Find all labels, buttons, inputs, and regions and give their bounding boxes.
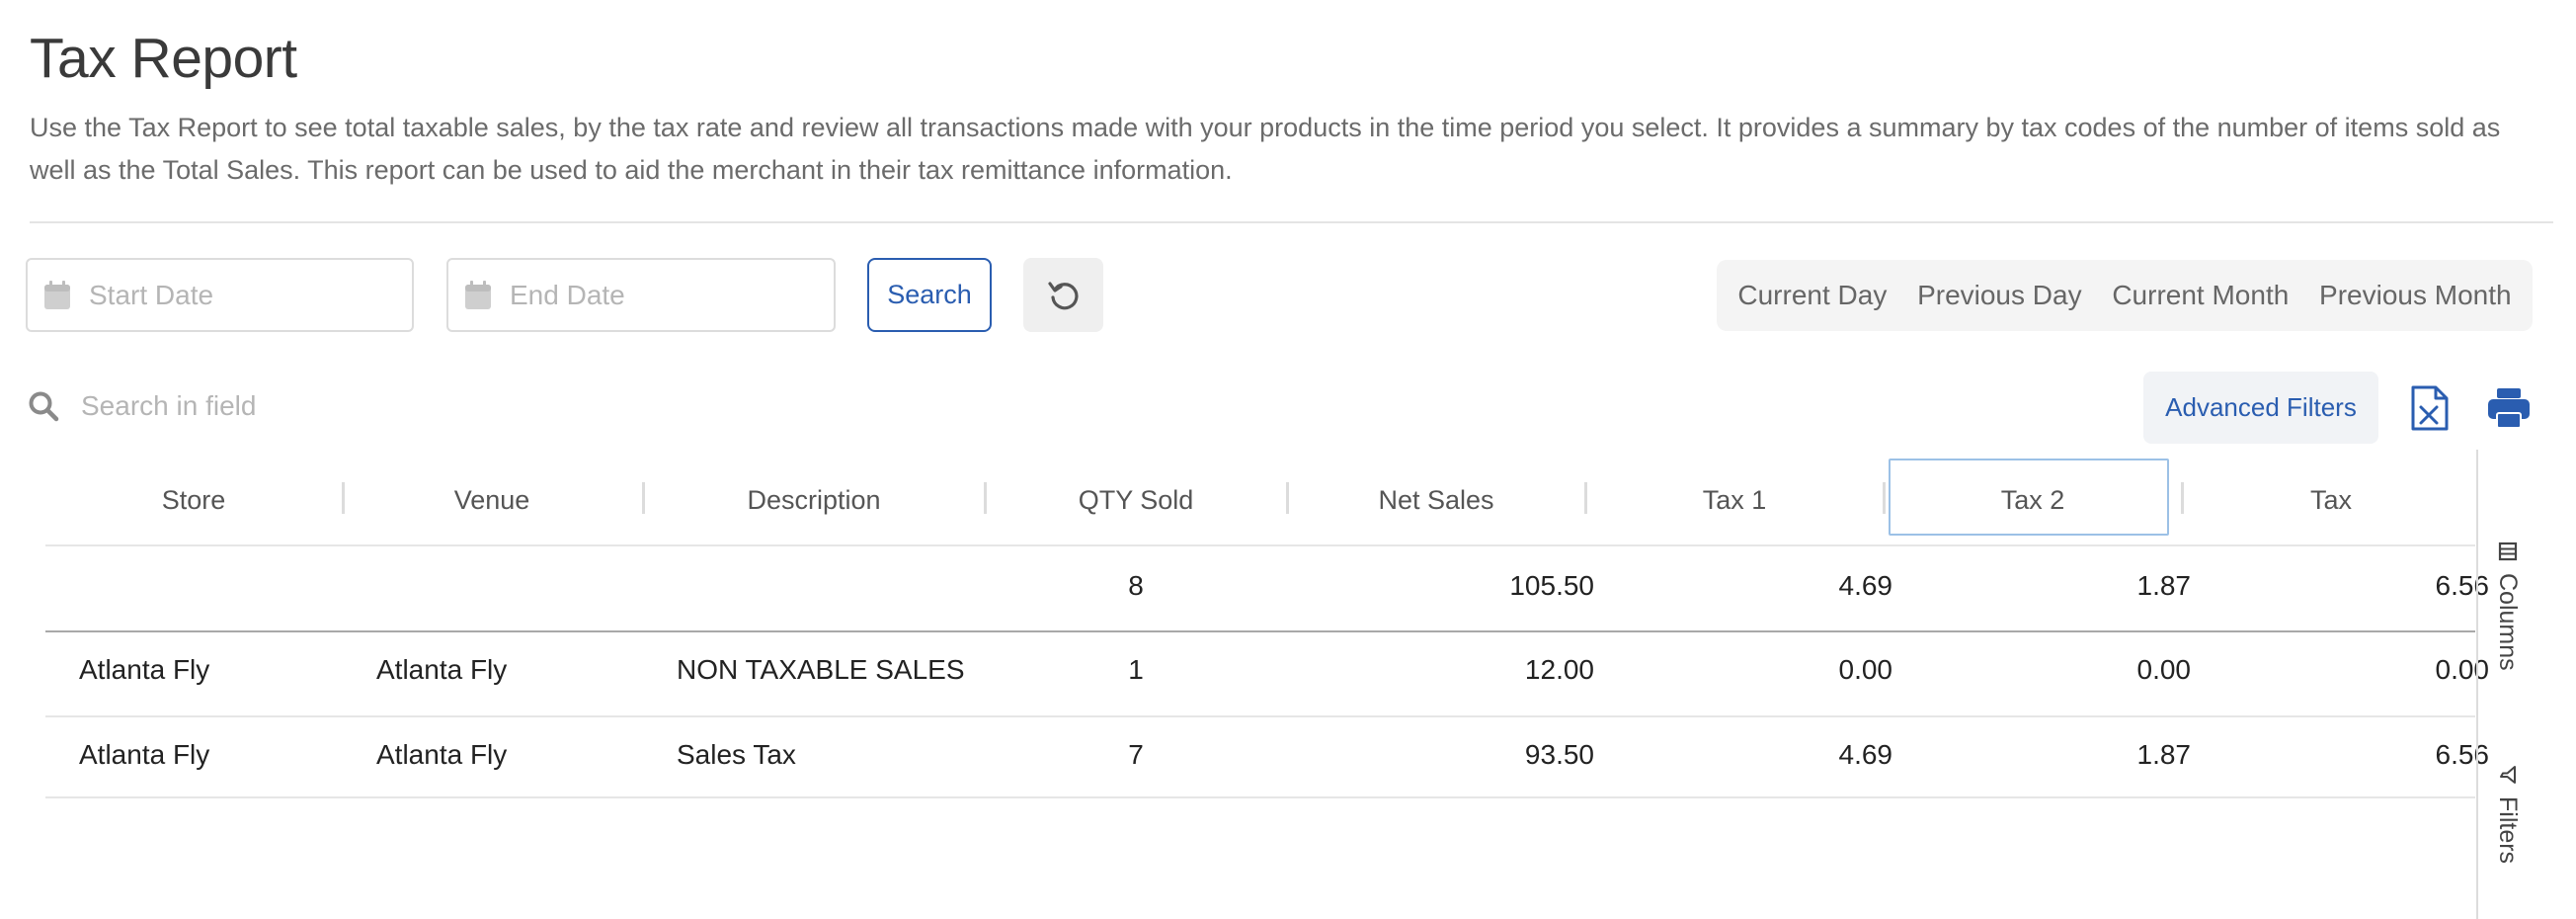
cell-description: NON TAXABLE SALES: [677, 654, 965, 685]
row-border: [45, 796, 2475, 798]
column-header-qty-sold[interactable]: QTY Sold: [986, 455, 1286, 545]
search-button[interactable]: Search: [867, 258, 992, 332]
cell-qty-sold: 1: [1128, 654, 1144, 685]
totals-tax: 6.56: [2435, 570, 2490, 601]
column-header-tax-2[interactable]: Tax 2: [1885, 455, 2181, 545]
cell-net-sales: 93.50: [1524, 739, 1594, 770]
calendar-icon: [44, 280, 70, 309]
quick-range-previous-day[interactable]: Previous Day: [1917, 280, 2082, 311]
end-date-input[interactable]: End Date: [446, 258, 836, 332]
quick-date-range: Current Day Previous Day Current Month P…: [1717, 260, 2533, 331]
filter-icon: [2499, 766, 2516, 784]
column-header-tax-1[interactable]: Tax 1: [1586, 455, 1883, 545]
column-header-description[interactable]: Description: [644, 455, 984, 545]
totals-net-sales: 105.50: [1509, 570, 1594, 601]
cell-tax-1: 4.69: [1838, 739, 1893, 770]
page-title: Tax Report: [30, 27, 297, 90]
reset-button[interactable]: [1023, 258, 1103, 332]
column-header-tax[interactable]: Tax: [2183, 455, 2479, 545]
cell-tax: 6.56: [2435, 739, 2490, 770]
search-in-field-input[interactable]: [81, 390, 575, 422]
column-header-store[interactable]: Store: [45, 455, 342, 545]
cell-store: Atlanta Fly: [79, 654, 210, 685]
header-divider: [30, 221, 2553, 223]
row-border: [45, 715, 2475, 717]
columns-icon: [2498, 542, 2517, 561]
column-header-venue[interactable]: Venue: [344, 455, 640, 545]
filters-tab-label: Filters: [2494, 796, 2522, 865]
start-date-placeholder: Start Date: [89, 279, 214, 310]
filters-tab[interactable]: Filters: [2493, 765, 2522, 864]
reset-icon: [1047, 281, 1079, 309]
column-header-net-sales[interactable]: Net Sales: [1288, 455, 1584, 545]
advanced-filters-button[interactable]: Advanced Filters: [2143, 372, 2378, 444]
cell-tax-2: 1.87: [2136, 739, 2192, 770]
calendar-icon: [465, 280, 491, 309]
totals-qty-sold: 8: [1128, 570, 1144, 601]
cell-tax-2: 0.00: [2136, 654, 2192, 685]
totals-tax-2: 1.87: [2136, 570, 2192, 601]
print-icon[interactable]: [2487, 387, 2531, 429]
cell-tax: 0.00: [2435, 654, 2490, 685]
search-icon: [29, 391, 59, 422]
side-panel-border: [2476, 450, 2478, 919]
cell-description: Sales Tax: [677, 739, 796, 770]
columns-tab[interactable]: Columns: [2493, 542, 2522, 671]
excel-export-icon[interactable]: [2410, 385, 2450, 431]
cell-qty-sold: 7: [1128, 739, 1144, 770]
cell-store: Atlanta Fly: [79, 739, 210, 770]
cell-tax-1: 0.00: [1838, 654, 1893, 685]
header-bottom-border: [45, 544, 2475, 546]
cell-venue: Atlanta Fly: [376, 739, 508, 770]
columns-tab-label: Columns: [2494, 573, 2522, 671]
totals-tax-1: 4.69: [1838, 570, 1893, 601]
field-search: [28, 390, 575, 422]
end-date-placeholder: End Date: [510, 279, 625, 310]
cell-venue: Atlanta Fly: [376, 654, 508, 685]
start-date-input[interactable]: Start Date: [26, 258, 414, 332]
cell-net-sales: 12.00: [1524, 654, 1594, 685]
quick-range-current-day[interactable]: Current Day: [1737, 280, 1887, 311]
quick-range-current-month[interactable]: Current Month: [2112, 280, 2289, 311]
quick-range-previous-month[interactable]: Previous Month: [2319, 280, 2512, 311]
page-description: Use the Tax Report to see total taxable …: [30, 113, 2501, 185]
totals-bottom-border: [45, 630, 2475, 632]
